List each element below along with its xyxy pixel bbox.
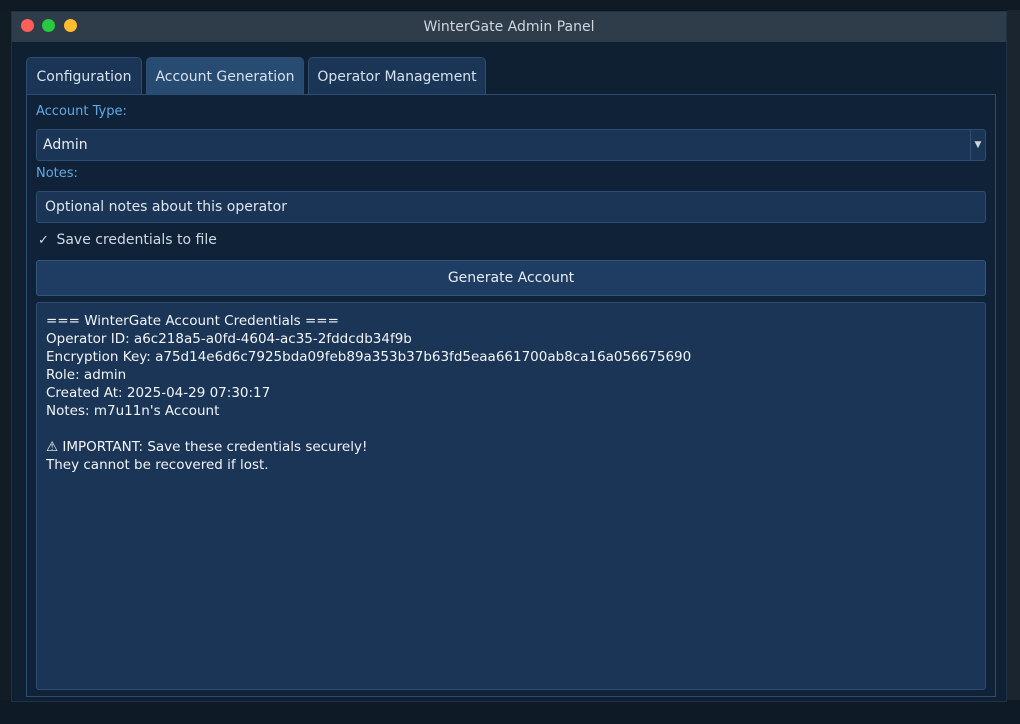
desktop-top-bar	[0, 0, 1020, 10]
generate-account-button[interactable]: Generate Account	[36, 260, 986, 296]
background-window-right	[1007, 10, 1020, 724]
output-line: Role: admin	[46, 367, 127, 383]
account-generation-panel: Account Type: Admin ▼ Notes: Optional no…	[26, 94, 996, 697]
output-line: Created At: 2025-04-29 07:30:17	[46, 385, 271, 401]
tab-account-generation[interactable]: Account Generation	[146, 57, 304, 95]
output-line: They cannot be recovered if lost.	[46, 457, 269, 473]
background-window-left	[0, 10, 11, 724]
checkmark-icon: ✓	[38, 233, 49, 248]
tab-configuration[interactable]: Configuration	[26, 57, 142, 95]
save-credentials-label: Save credentials to file	[56, 232, 217, 248]
desktop-bottom-area	[0, 700, 1020, 724]
window-title: WinterGate Admin Panel	[423, 19, 595, 35]
chevron-down-icon[interactable]: ▼	[970, 130, 985, 160]
output-line: === WinterGate Account Credentials ===	[46, 313, 339, 329]
account-type-select[interactable]: Admin ▼	[36, 129, 986, 161]
account-type-label: Account Type:	[36, 104, 127, 119]
tab-operator-management[interactable]: Operator Management	[308, 57, 486, 95]
account-type-value: Admin	[43, 137, 88, 153]
output-line: ⚠ IMPORTANT: Save these credentials secu…	[46, 439, 368, 455]
output-line: Notes: m7u11n's Account	[46, 403, 220, 419]
notes-label: Notes:	[36, 166, 78, 181]
admin-panel-window: WinterGate Admin Panel Configuration Acc…	[11, 11, 1007, 702]
credentials-output[interactable]: === WinterGate Account Credentials === O…	[36, 302, 986, 690]
notes-input[interactable]: Optional notes about this operator	[36, 191, 986, 223]
output-line: Encryption Key: a75d14e6d6c7925bda09feb8…	[46, 349, 692, 365]
output-line: Operator ID: a6c218a5-a0fd-4604-ac35-2fd…	[46, 331, 412, 347]
title-bar[interactable]: WinterGate Admin Panel	[12, 12, 1006, 42]
save-credentials-checkbox[interactable]: ✓ Save credentials to file	[38, 232, 217, 248]
